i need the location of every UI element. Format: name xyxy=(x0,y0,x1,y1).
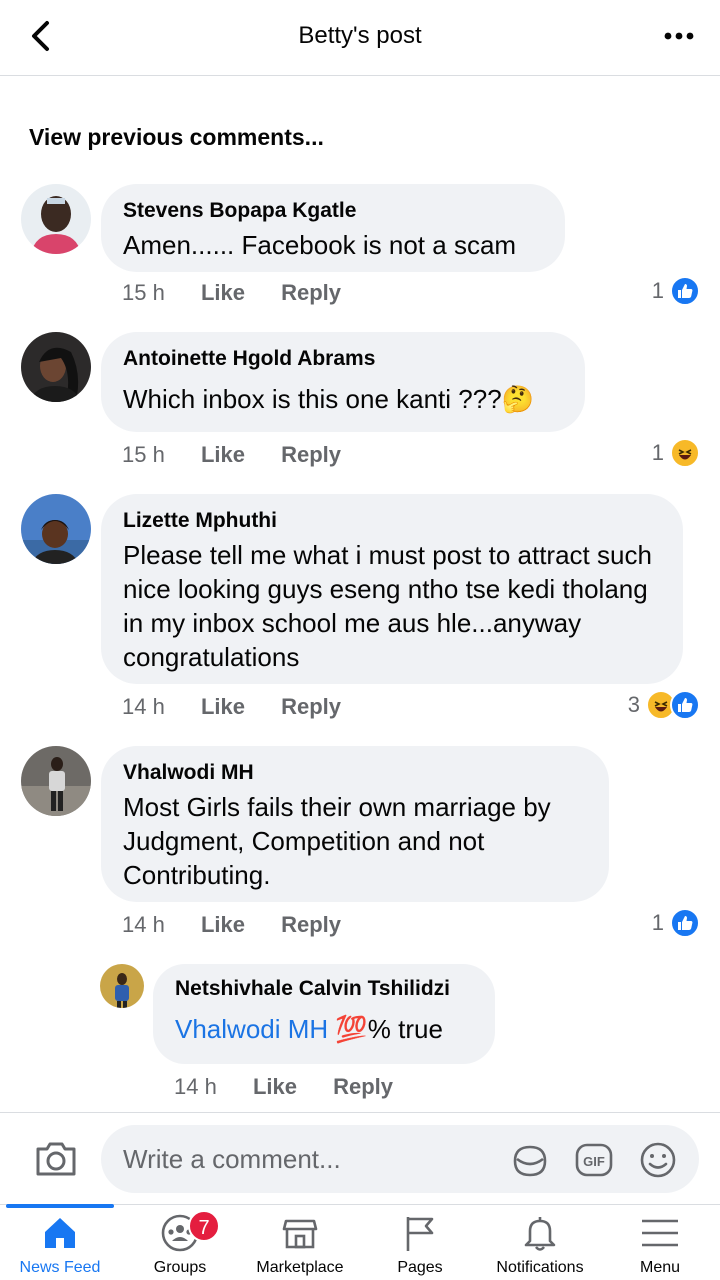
reply-button[interactable]: Reply xyxy=(333,1074,393,1100)
reactions[interactable]: 1 xyxy=(652,908,700,938)
view-previous-comments-link[interactable]: View previous comments... xyxy=(29,124,324,151)
like-button[interactable]: Like xyxy=(201,442,245,468)
comment-text: Vhalwodi MH 💯% true xyxy=(175,1012,473,1046)
comment-time: 14 h xyxy=(174,1074,217,1099)
comment-meta: 14 h Like Reply xyxy=(174,1074,423,1100)
comment-text: Which inbox is this one kanti ???🤔 xyxy=(123,384,535,414)
avatar[interactable] xyxy=(100,964,144,1008)
avatar[interactable] xyxy=(21,184,91,254)
tab-label: Menu xyxy=(639,1259,681,1276)
commenter-name[interactable]: Lizette Mphuthi xyxy=(123,508,661,534)
reaction-count: 1 xyxy=(651,278,664,303)
comment-composer: GIF xyxy=(0,1112,720,1204)
tab-pages[interactable]: Pages xyxy=(360,1205,480,1280)
camera-icon[interactable] xyxy=(34,1139,78,1179)
reply-text: 💯% true xyxy=(328,1014,443,1044)
tab-groups[interactable]: Groups xyxy=(120,1205,240,1280)
like-reaction-icon xyxy=(670,908,700,938)
tab-label: News Feed xyxy=(19,1259,101,1276)
reactions[interactable]: 1 xyxy=(652,438,700,468)
reaction-count: 1 xyxy=(651,910,664,935)
comment-meta: 15 h Like Reply xyxy=(122,442,371,468)
svg-text:GIF: GIF xyxy=(583,1154,605,1169)
comment-bubble: Netshivhale Calvin Tshilidzi Vhalwodi MH… xyxy=(153,964,495,1064)
comment-text: Please tell me what i must post to attra… xyxy=(123,540,652,672)
reaction-count: 1 xyxy=(651,440,664,465)
gif-icon[interactable]: GIF xyxy=(573,1139,615,1181)
comment-time: 14 h xyxy=(122,694,165,719)
tab-label: Pages xyxy=(397,1259,443,1276)
tab-label: Marketplace xyxy=(256,1259,344,1276)
tab-label: Groups xyxy=(153,1259,207,1276)
comment-bubble: Antoinette Hgold Abrams Which inbox is t… xyxy=(101,332,585,432)
sticker-icon[interactable] xyxy=(509,1139,551,1181)
tab-menu[interactable]: Menu xyxy=(600,1205,720,1280)
reply-button[interactable]: Reply xyxy=(281,280,341,306)
like-button[interactable]: Like xyxy=(201,694,245,720)
mention-link[interactable]: Vhalwodi MH xyxy=(175,1014,328,1044)
like-button[interactable]: Like xyxy=(253,1074,297,1100)
tab-label: Notifications xyxy=(496,1259,584,1276)
commenter-name[interactable]: Netshivhale Calvin Tshilidzi xyxy=(175,976,473,1002)
tab-news-feed[interactable]: News Feed xyxy=(0,1204,120,1280)
groups-notification-badge: 7 xyxy=(188,1210,220,1242)
comment-bubble: Vhalwodi MH Most Girls fails their own m… xyxy=(101,746,609,902)
reply-button[interactable]: Reply xyxy=(281,442,341,468)
comment-bubble: Stevens Bopapa Kgatle Amen...... Faceboo… xyxy=(101,184,565,272)
like-button[interactable]: Like xyxy=(201,912,245,938)
flag-icon xyxy=(400,1213,440,1253)
home-icon xyxy=(40,1213,80,1253)
comment-input[interactable] xyxy=(123,1139,503,1179)
comment-text: Amen...... Facebook is not a scam xyxy=(123,230,517,260)
avatar[interactable] xyxy=(21,494,91,564)
tab-marketplace[interactable]: Marketplace xyxy=(240,1205,360,1280)
reply-button[interactable]: Reply xyxy=(281,694,341,720)
commenter-name[interactable]: Stevens Bopapa Kgatle xyxy=(123,198,543,224)
reply-button[interactable]: Reply xyxy=(281,912,341,938)
comment-time: 14 h xyxy=(122,912,165,937)
commenter-name[interactable]: Vhalwodi MH xyxy=(123,760,587,786)
avatar[interactable] xyxy=(21,332,91,402)
like-reaction-icon xyxy=(670,276,700,306)
tab-notifications[interactable]: Notifications xyxy=(480,1205,600,1280)
comment-time: 15 h xyxy=(122,280,165,305)
reaction-count: 3 xyxy=(627,692,640,717)
comment-time: 15 h xyxy=(122,442,165,467)
bottom-navigation: News Feed Groups Marketplace Pages Notif… xyxy=(0,1204,720,1280)
page-title: Betty's post xyxy=(298,22,422,49)
comment-meta: 15 h Like Reply xyxy=(122,280,371,306)
bell-icon xyxy=(520,1213,560,1253)
reactions[interactable]: 1 xyxy=(652,276,700,306)
comment-input-wrapper: GIF xyxy=(101,1125,699,1193)
commenter-name[interactable]: Antoinette Hgold Abrams xyxy=(123,346,563,372)
avatar[interactable] xyxy=(21,746,91,816)
reactions[interactable]: 3 xyxy=(628,690,700,720)
comment-text: Most Girls fails their own marriage by J… xyxy=(123,792,551,890)
like-button[interactable]: Like xyxy=(201,280,245,306)
menu-icon xyxy=(640,1213,680,1253)
comment-bubble: Lizette Mphuthi Please tell me what i mu… xyxy=(101,494,683,684)
haha-reaction-icon xyxy=(670,438,700,468)
marketplace-icon xyxy=(280,1213,320,1253)
comment-meta: 14 h Like Reply xyxy=(122,912,371,938)
emoji-icon[interactable] xyxy=(637,1139,679,1181)
more-options-icon[interactable] xyxy=(660,16,700,56)
comment-meta: 14 h Like Reply xyxy=(122,694,371,720)
like-reaction-icon xyxy=(670,690,700,720)
top-app-bar: Betty's post xyxy=(0,0,720,76)
